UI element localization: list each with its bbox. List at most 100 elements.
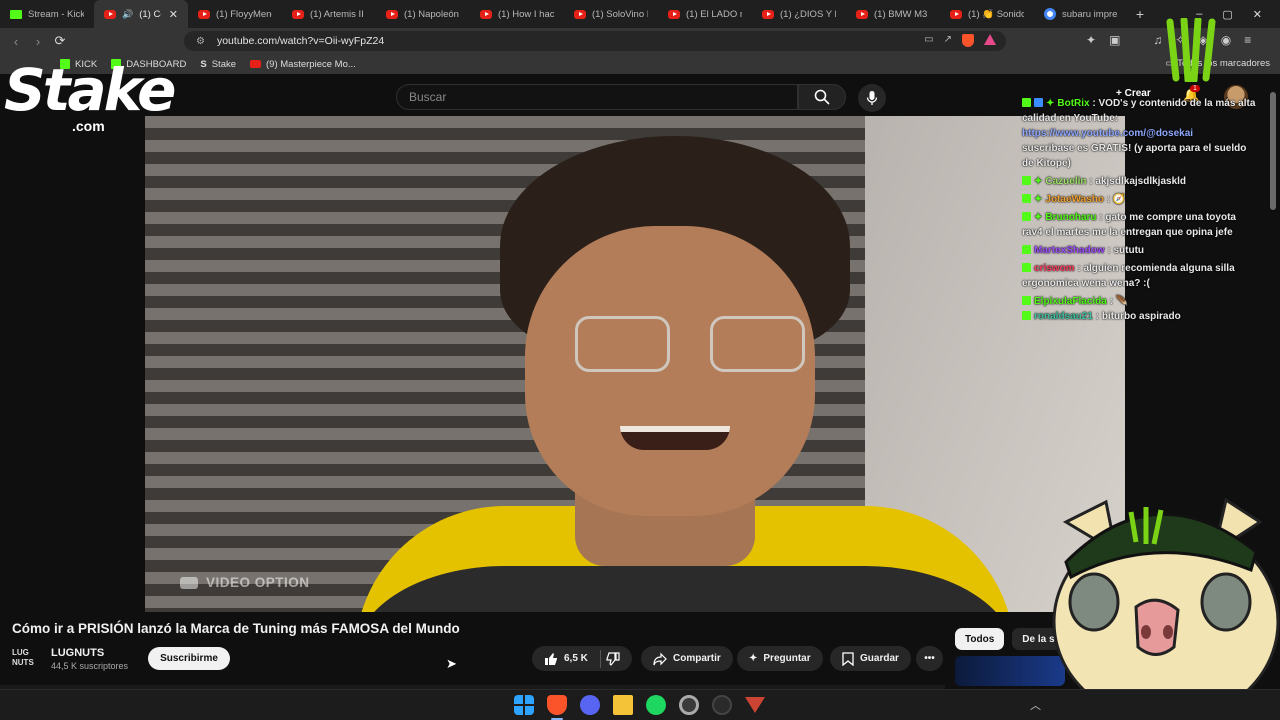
brave-shield-icon[interactable] (962, 34, 974, 47)
video-frame-smile (620, 426, 730, 450)
reload-icon[interactable]: ⟳ (49, 33, 71, 49)
brave-rewards-icon[interactable] (984, 34, 996, 45)
browser-toolbar: ‹ › ⟳ ⚙ youtube.com/watch?v=Oii-wyFpZ24 … (0, 28, 1280, 54)
tab-active-video[interactable]: 🔊 (1) Cóm ✕ (94, 0, 188, 28)
sparkle-icon: ✦ (1034, 212, 1043, 223)
play-icon (180, 576, 198, 589)
chat-message: ✦ Brunoharu : gato me compre una toyota r… (1022, 212, 1236, 238)
kick-badge-icon (1022, 176, 1031, 185)
tab-youtube[interactable]: (1) Artemis II (282, 0, 376, 28)
new-tab-button[interactable]: + (1128, 6, 1152, 22)
tab-title: (1) El LADO n (686, 8, 742, 20)
tab-youtube[interactable]: (1) How I hack (470, 0, 564, 28)
kick-badge-icon (1022, 245, 1031, 254)
bookmark-label: (9) Masterpiece Mo... (266, 58, 356, 70)
chat-username: MartexShadow (1034, 245, 1105, 256)
voice-search-button[interactable] (858, 84, 886, 112)
like-button[interactable]: 6,5 K (544, 652, 588, 666)
chip-all[interactable]: Todos (955, 628, 1005, 650)
ask-button[interactable]: ✦ Preguntar (737, 646, 823, 671)
more-actions-button[interactable]: ••• (916, 646, 943, 671)
tab-title: Stream - Kick (28, 8, 84, 20)
like-count: 6,5 K (564, 653, 588, 664)
bookmark-masterpiece[interactable]: (9) Masterpiece Mo... (250, 59, 356, 70)
subscribe-button[interactable]: Suscribirme (148, 647, 230, 670)
tab-youtube[interactable]: (1) BMW M3 ( (846, 0, 940, 28)
windows-taskbar: ︿ (0, 689, 1280, 720)
chat-message: ✦ BotRix : VOD's y contenido de la más al… (1022, 98, 1256, 169)
tab-youtube[interactable]: (1) Napoleón (376, 0, 470, 28)
chat-username: ElpixulaFlacida (1034, 296, 1107, 307)
file-explorer-icon[interactable] (613, 695, 633, 715)
sidebar-icon[interactable]: ▣ (1109, 33, 1120, 47)
share-button[interactable]: Compartir (641, 646, 733, 671)
tab-youtube[interactable]: (1) El LADO n (658, 0, 752, 28)
ask-label: Preguntar (763, 653, 811, 664)
streamer-cat-avatar (1052, 497, 1280, 692)
forward-icon[interactable]: › (27, 34, 49, 49)
tab-youtube[interactable]: (1) ¿DIOS Y El (752, 0, 846, 28)
spotify-icon[interactable] (646, 695, 666, 715)
maximize-button[interactable]: ▢ (1222, 8, 1232, 21)
back-icon[interactable]: ‹ (5, 34, 27, 49)
obs-icon[interactable] (712, 695, 732, 715)
tab-youtube[interactable]: (1) 👏 Sonidc (940, 0, 1034, 28)
brave-browser-icon[interactable] (547, 695, 567, 715)
search-input[interactable]: Buscar (396, 84, 798, 110)
close-window-button[interactable]: ✕ (1253, 8, 1262, 21)
cast-icon[interactable]: ▭ (924, 34, 933, 47)
save-label: Guardar (860, 653, 899, 664)
tab-title: (1) Napoleón (404, 8, 459, 20)
watermark-text: VIDEO OPTION (206, 575, 310, 590)
feather-emote-icon: 🪶 (1115, 296, 1129, 307)
dislike-button[interactable] (600, 646, 626, 671)
thumbs-down-icon (606, 651, 620, 666)
channel-name[interactable]: LUGNUTS (51, 647, 104, 659)
speaker-icon[interactable]: 🔊 (122, 9, 133, 20)
kick-badge-icon (1022, 296, 1031, 305)
system-tray-chevron-icon[interactable]: ︿ (1030, 697, 1041, 713)
video-frame-glasses (575, 316, 805, 376)
extensions-icon[interactable]: ✦ (1086, 33, 1096, 47)
search-button[interactable] (798, 84, 846, 110)
chat-link[interactable]: https://www.youtube.com/@dosekai (1022, 128, 1193, 139)
chat-username: JotaeWasho (1045, 194, 1104, 205)
tab-title: subaru impre (1062, 8, 1118, 20)
windows-start-icon[interactable] (514, 695, 534, 715)
menu-icon[interactable]: ≡ (1244, 33, 1251, 47)
discord-icon[interactable] (580, 695, 600, 715)
youtube-icon (950, 9, 962, 19)
channel-avatar[interactable]: LUG NUTS (12, 648, 42, 668)
chat-username: Cazuelin (1045, 176, 1087, 187)
chat-message: criswom : alguien recomienda alguna sill… (1022, 263, 1235, 289)
tab-google-search[interactable]: subaru impre (1034, 0, 1128, 28)
chat-text: akjsdlkajsdlkjaskld (1095, 176, 1187, 187)
site-info-icon[interactable]: ⚙ (196, 36, 205, 47)
bot-badge-icon (1034, 98, 1043, 107)
bookmark-stake[interactable]: S Stake (200, 59, 236, 70)
search-icon (814, 89, 830, 105)
tab-title: (1) 👏 Sonidc (968, 8, 1024, 20)
emote-icon: 🧭 (1112, 194, 1126, 205)
browser-app-icon[interactable] (679, 695, 699, 715)
page-scrollbar[interactable] (1270, 92, 1276, 210)
app-icon[interactable] (745, 697, 765, 713)
save-button[interactable]: Guardar (830, 646, 911, 671)
address-bar[interactable]: ⚙ youtube.com/watch?v=Oii-wyFpZ24 ▭ ↗ (184, 31, 1006, 51)
stake-logo-word: Stake (4, 56, 176, 124)
kick-badge-icon (1022, 263, 1031, 272)
tab-youtube[interactable]: (1) SoloVino II (564, 0, 658, 28)
close-tab-icon[interactable]: ✕ (169, 8, 178, 21)
tab-youtube[interactable]: (1) FloyyMeno (188, 0, 282, 28)
video-player[interactable]: VIDEO OPTION (145, 116, 1125, 612)
notification-badge: 1 (1190, 85, 1200, 92)
tab-title: (1) Cóm (139, 8, 161, 20)
tab-stream-kick[interactable]: Stream - Kick (0, 0, 94, 28)
subscriber-count: 44,5 K suscriptores (51, 661, 129, 671)
mouse-cursor-icon: ➤ (446, 656, 457, 671)
chat-text: sututu (1113, 245, 1145, 256)
chat-message: ronaldsau21 : biturbo aspirado (1022, 309, 1258, 324)
vpn-icon[interactable]: ◉ (1221, 33, 1231, 47)
share-icon[interactable]: ↗ (944, 34, 952, 47)
kick-badge-icon (1022, 212, 1031, 221)
